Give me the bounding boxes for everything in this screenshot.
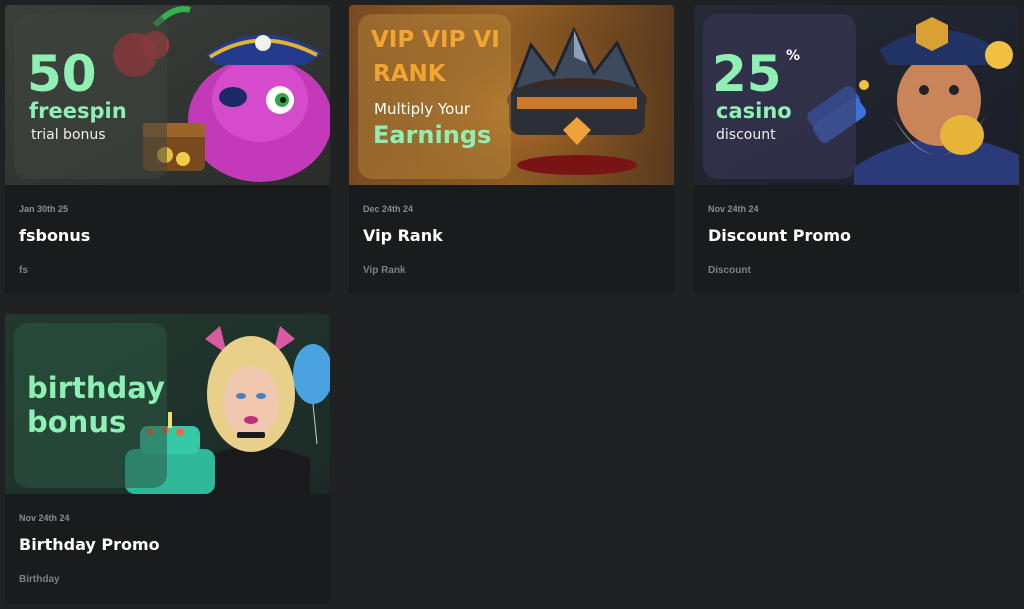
promo-card-birthday[interactable]: birthday bonus Nov 24th 24 Birthday Prom… xyxy=(5,314,330,604)
banner-subheadline: Earnings xyxy=(373,121,492,149)
promo-title[interactable]: Discount Promo xyxy=(708,226,851,245)
banner-subheadline: freespin xyxy=(29,99,127,123)
banner-percent-sign: % xyxy=(786,48,801,64)
promo-banner-image[interactable]: 50 freespin trial bonus xyxy=(5,5,330,185)
promo-date: Jan 30th 25 xyxy=(19,204,69,214)
promo-card-vip-rank[interactable]: VIP VIP VI RANK Multiply Your Earnings D… xyxy=(349,5,674,295)
promo-banner-image[interactable]: 25 % casino discount xyxy=(694,5,1019,185)
banner-caption: trial bonus xyxy=(31,127,106,143)
promo-date: Nov 24th 24 xyxy=(708,204,759,214)
promo-tag: Vip Rank xyxy=(363,265,406,276)
promo-card-body: Dec 24th 24 Vip Rank Vip Rank xyxy=(349,185,674,295)
promo-card-discount[interactable]: 25 % casino discount Nov 24th 24 Discoun… xyxy=(694,5,1019,295)
vip-repeat-text: VIP VIP VI xyxy=(371,27,500,53)
promo-date: Dec 24th 24 xyxy=(363,204,414,214)
promo-tag: fs xyxy=(19,265,28,276)
banner-subheadline: casino xyxy=(716,99,792,123)
promo-banner-image[interactable]: birthday bonus xyxy=(5,314,330,494)
promo-title[interactable]: fsbonus xyxy=(19,226,90,245)
promo-date: Nov 24th 24 xyxy=(19,513,70,523)
banner-headline: 25 xyxy=(712,45,782,103)
banner-caption: discount xyxy=(716,127,776,143)
promotions-grid: 50 freespin trial bonus Jan 30th 25 fsbo… xyxy=(0,0,1024,609)
promo-tag: Birthday xyxy=(19,574,60,585)
banner-headline: RANK xyxy=(373,61,446,87)
promo-card-fsbonus[interactable]: 50 freespin trial bonus Jan 30th 25 fsbo… xyxy=(5,5,330,295)
banner-caption: Multiply Your xyxy=(374,100,471,118)
promo-title[interactable]: Birthday Promo xyxy=(19,535,160,554)
promo-banner-image[interactable]: VIP VIP VI RANK Multiply Your Earnings xyxy=(349,5,674,185)
promo-title[interactable]: Vip Rank xyxy=(363,226,443,245)
promo-card-body: Nov 24th 24 Discount Promo Discount xyxy=(694,185,1019,295)
banner-headline: birthday xyxy=(27,371,165,405)
banner-subheadline: bonus xyxy=(27,405,127,439)
banner-vip-text: VIP VIP VI xyxy=(371,27,511,53)
promo-tag: Discount xyxy=(708,265,751,276)
banner-headline: 50 xyxy=(27,45,97,103)
promo-card-body: Nov 24th 24 Birthday Promo Birthday xyxy=(5,494,330,604)
promo-card-body: Jan 30th 25 fsbonus fs xyxy=(5,185,330,295)
